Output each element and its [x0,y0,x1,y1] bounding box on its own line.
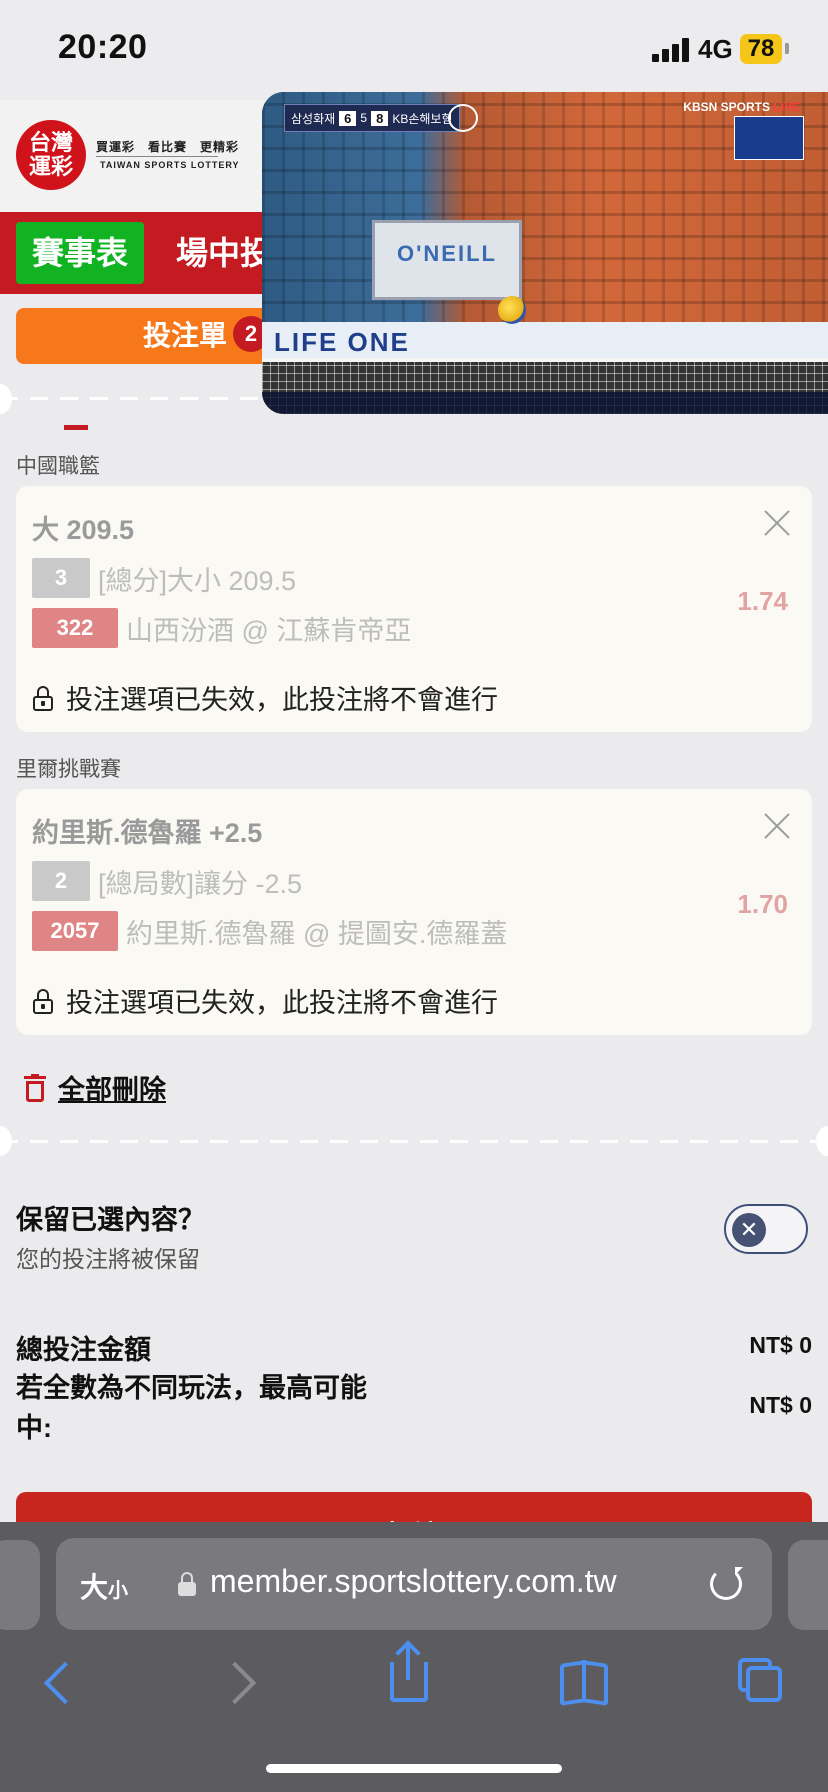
event-code-badge: 2057 [32,911,118,951]
keep-selection-title: 保留已選內容？ [16,1205,205,1235]
home-indicator[interactable] [266,1764,562,1773]
text-size-small: 小 [108,1580,129,1602]
tabs-icon[interactable] [746,1666,782,1702]
nav-item-schedule[interactable]: 賽事表 [16,222,144,284]
browser-toolbar [0,1640,828,1740]
forward-icon[interactable] [213,1661,257,1705]
bet-selection-title: 約里斯.德魯羅 +2.5 [32,818,263,848]
trash-icon [24,1073,46,1102]
logo-divider [96,156,218,157]
close-icon[interactable] [760,809,794,843]
nav-item-live-betting[interactable]: 場中投 [176,222,272,284]
next-tab-preview[interactable] [788,1540,828,1630]
market-text: [總分]大小 209.5 [98,565,297,596]
reload-icon[interactable] [710,1567,743,1600]
lock-icon [32,988,54,1014]
video-banner: LIFE ONE [262,322,828,362]
keep-selection-toggle[interactable]: ✕ [724,1204,808,1254]
delete-all-label: 全部刪除 [58,1075,166,1105]
video-ticker [262,392,828,414]
ticket-notch-left [0,1126,12,1156]
market-text: [總局數]讓分 -2.5 [98,868,303,899]
close-icon[interactable] [760,506,794,540]
address-bar[interactable]: 大小 member.sportslottery.com.tw [56,1538,772,1630]
live-badge: LIVE [773,100,800,114]
broadcaster-name: KBSN SPORTS [683,100,770,114]
lock-icon [178,1572,196,1596]
market-row: 2 [總局數]讓分 -2.5 [32,861,302,901]
event-row: 322 山西汾酒 @ 江蘇肯帝亞 [32,608,411,648]
bet-card: 約里斯.德魯羅 +2.5 2 [總局數]讓分 -2.5 2057 約里斯.德魯羅… [16,789,812,1035]
previous-tab-preview[interactable] [0,1540,40,1630]
back-icon[interactable] [43,1661,87,1705]
event-code-badge: 322 [32,608,118,648]
ticket-notch-right [816,1126,828,1156]
status-time: 20:20 [58,28,148,66]
divider [0,1140,828,1143]
league-label: 里爾挑戰賽 [16,758,121,781]
home-team: 삼성화재 [291,111,336,126]
close-icon: ✕ [732,1213,766,1247]
max-payout-value: NT$ 0 [749,1392,812,1418]
set-number: 5 [360,111,368,125]
odds-value: 1.74 [737,586,788,616]
keep-selection-subtitle: 您的投注將被保留 [16,1246,200,1272]
market-code-badge: 2 [32,861,90,901]
invalid-notice-text: 投注選項已失效，此投注將不會進行 [66,988,498,1018]
market-code-badge: 3 [32,558,90,598]
bet-slip-label: 投注單 [142,320,227,351]
odds-value: 1.70 [737,889,788,919]
event-row: 2057 約里斯.德魯羅 @ 提圖安.德羅蓋 [32,911,507,951]
invalid-notice-text: 投注選項已失效，此投注將不會進行 [66,685,498,715]
invalid-notice: 投注選項已失效，此投注將不會進行 [32,678,498,717]
battery-tip [785,43,789,54]
broadcaster-logo: KBSN SPORTS LIVE [683,100,800,114]
lock-icon [32,685,54,711]
url-text[interactable]: member.sportslottery.com.tw [210,1563,617,1600]
away-score: 8 [371,110,389,126]
delete-all-button[interactable]: 全部刪除 [24,1068,166,1107]
volleyball-icon [498,296,526,324]
logo-slogan: 買運彩 看比賽 更精彩 [96,140,240,154]
pip-video[interactable]: O'NEILL LIFE ONE 삼성화재 6 5 8 KB손해보험 KBSN … [262,92,828,414]
video-board-text: O'NEILL [397,241,497,266]
bet-card: 大 209.5 3 [總分]大小 209.5 322 山西汾酒 @ 江蘇肯帝亞 … [16,486,812,732]
away-team: KB손해보험 [392,111,453,126]
total-stake-label: 總投注金額 [16,1335,151,1365]
text-size-button[interactable]: 大小 [80,1566,128,1606]
bookmarks-icon-spine [582,1660,586,1700]
home-score: 6 [339,110,357,126]
network-type: 4G [698,34,733,64]
bet-selection-title: 大 209.5 [32,515,135,545]
logo-line2: 運彩 [28,154,73,179]
battery-icon: 78 [740,34,782,64]
league-label: 中國職籃 [16,455,100,478]
active-tab-indicator [64,425,88,430]
market-row: 3 [總分]大小 209.5 [32,558,296,598]
max-payout-label: 若全數為不同玩法，最高可能中: [16,1373,367,1443]
site-logo[interactable]: 台灣 運彩 [16,120,86,190]
text-size-large: 大 [80,1572,109,1603]
video-info-panel [734,116,804,160]
logo-line1: 台灣 [28,130,73,155]
browser-chrome: 大小 member.sportslottery.com.tw [0,1522,828,1792]
status-bar: 20:20 4G 78 [0,0,828,100]
replay-icon [448,104,478,132]
event-text: 約里斯.德魯羅 @ 提圖安.德羅蓋 [126,918,508,949]
share-icon[interactable] [390,1662,428,1702]
video-scoreboard-sign: O'NEILL [372,220,522,300]
signal-icon [652,38,690,62]
total-stake-value: NT$ 0 [749,1332,812,1358]
invalid-notice: 投注選項已失效，此投注將不會進行 [32,981,498,1020]
event-text: 山西汾酒 @ 江蘇肯帝亞 [126,615,412,646]
ticket-notch-left [0,384,12,414]
video-score-bug: 삼성화재 6 5 8 KB손해보험 [284,104,460,132]
logo-english: TAIWAN SPORTS LOTTERY [100,160,240,170]
